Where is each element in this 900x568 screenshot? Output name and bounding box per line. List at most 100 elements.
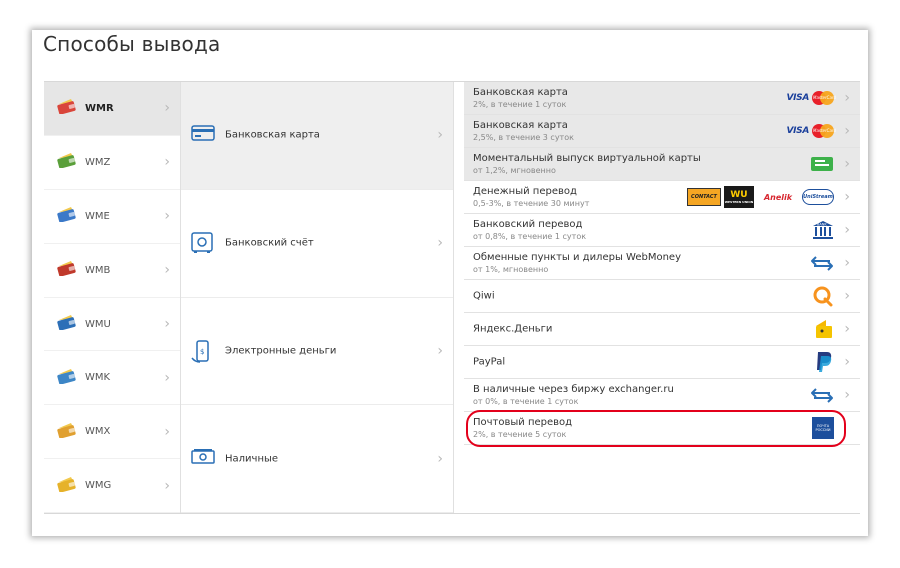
purse-list: WMR › WMZ › WME › WMB › WMU › WMK › WMX › WMG › (44, 82, 180, 514)
chevron-right-icon: › (844, 288, 850, 304)
chevron-right-icon: › (164, 154, 170, 171)
purse-label: WMB (85, 264, 111, 276)
method-item-2[interactable]: $ Электронные деньги › (181, 298, 453, 406)
method-item-1[interactable]: Банковский счёт › (181, 190, 453, 298)
option-title: Банковская карта (473, 120, 568, 131)
unistream-logo-icon: UniStream (802, 189, 834, 205)
chevron-right-icon: › (164, 262, 170, 279)
chevron-right-icon: › (844, 123, 850, 139)
option-fee: от 1%, мгновенно (473, 265, 549, 274)
chevron-right-icon: › (164, 208, 170, 225)
purse-item-wmx[interactable]: WMX › (44, 405, 180, 460)
option-logos: CONTACT WU WESTERN UNION Anelik UniStream (687, 186, 834, 208)
purse-item-wmk[interactable]: WMK › (44, 351, 180, 406)
option-title: Моментальный выпуск виртуальной карты (473, 153, 701, 164)
option-title: Qiwi (473, 290, 495, 302)
purse-label: WME (85, 210, 110, 222)
purse-label: WMU (85, 318, 111, 330)
method-label: Банковский счёт (225, 237, 314, 249)
safe-icon (191, 232, 215, 254)
page-title: Способы вывода (43, 32, 221, 56)
wallet-icon (57, 98, 77, 118)
svg-text:BANK: BANK (817, 223, 827, 227)
option-title: В наличные через биржу exchanger.ru (473, 384, 674, 395)
option-title: PayPal (473, 356, 506, 368)
chevron-right-icon: › (437, 450, 443, 467)
chevron-right-icon: › (844, 156, 850, 172)
option-logos (814, 350, 834, 374)
method-list: Банковская карта › Банковский счёт › $ Электр… (181, 82, 453, 513)
bank-card-icon (191, 124, 215, 146)
option-title: Обменные пункты и дилеры WebMoney (473, 252, 681, 263)
option-logos (810, 386, 834, 404)
chevron-right-icon: › (164, 477, 170, 494)
option-logos (812, 285, 834, 307)
purse-item-wme[interactable]: WME › (44, 190, 180, 244)
option-fee: от 0,8%, в течение 1 суток (473, 232, 587, 241)
option-item[interactable]: PayPal › (464, 346, 860, 379)
option-list: Банковская карта 2%, в течение 1 суток VIS… (464, 82, 860, 445)
option-title: Яндекс.Деньги (473, 323, 553, 335)
divider (453, 82, 454, 513)
bank-building-icon: BANK (813, 221, 833, 239)
chevron-right-icon: › (844, 222, 850, 238)
option-item[interactable]: Обменные пункты и дилеры WebMoney от 1%, … (464, 247, 860, 280)
wallet-icon (57, 152, 77, 172)
highlight-annotation (466, 410, 846, 447)
visa-icon: VISA (786, 126, 809, 136)
option-title: Банковский перевод (473, 219, 583, 230)
option-logos (810, 254, 834, 272)
option-item[interactable]: Яндекс.Деньги › (464, 313, 860, 346)
purse-item-wmz[interactable]: WMZ › (44, 136, 180, 190)
option-fee: 2,5%, в течение 3 суток (473, 133, 574, 142)
purse-label: WMG (85, 480, 112, 492)
yandex-money-icon (816, 320, 832, 338)
chevron-right-icon: › (437, 235, 443, 252)
method-item-0[interactable]: Банковская карта › (181, 82, 453, 190)
wallet-icon (57, 260, 77, 280)
chevron-right-icon: › (844, 255, 850, 271)
option-logos (814, 318, 834, 340)
chevron-right-icon: › (164, 369, 170, 386)
chevron-right-icon: › (437, 342, 443, 359)
chevron-right-icon: › (164, 316, 170, 332)
svg-text:$: $ (200, 348, 204, 356)
option-item[interactable]: Банковский перевод от 0,8%, в течение 1 с… (464, 214, 860, 247)
divider (44, 513, 860, 514)
option-item[interactable]: В наличные через биржу exchanger.ru от 0%… (464, 379, 860, 412)
option-item[interactable]: Банковская карта 2,5%, в течение 3 суток V… (464, 115, 860, 148)
chevron-right-icon: › (164, 423, 170, 440)
option-item[interactable]: Моментальный выпуск виртуальной карты от … (464, 148, 860, 181)
option-item[interactable]: Денежный перевод 0,5-3%, в течение 30 мин… (464, 181, 860, 214)
option-fee: 2%, в течение 1 суток (473, 100, 567, 109)
mastercard-icon: MasterCard (812, 91, 836, 105)
option-logos: VISA MasterCard (786, 91, 836, 105)
visa-icon: VISA (786, 93, 809, 103)
purse-item-wmg[interactable]: WMG › (44, 459, 180, 514)
exchange-arrows-icon (811, 388, 833, 403)
purse-item-wmb[interactable]: WMB › (44, 244, 180, 298)
wallet-icon (57, 476, 77, 496)
contact-logo-icon: CONTACT (687, 188, 721, 206)
purse-item-wmu[interactable]: WMU › (44, 298, 180, 352)
phone-money-icon: $ (191, 340, 215, 363)
wallet-icon (57, 368, 77, 388)
option-logos: VISA MasterCard (786, 124, 836, 138)
chevron-right-icon: › (164, 100, 170, 117)
method-label: Банковская карта (225, 129, 320, 141)
purse-item-wmr[interactable]: WMR › (44, 82, 180, 136)
option-item[interactable]: Qiwi › (464, 280, 860, 313)
qiwi-icon (813, 286, 833, 307)
anelik-logo-icon: Anelik (763, 192, 793, 202)
purse-label: WMZ (85, 156, 111, 168)
option-item[interactable]: Банковская карта 2%, в течение 1 суток VIS… (464, 82, 860, 115)
chevron-right-icon: › (844, 387, 850, 403)
chevron-right-icon: › (844, 90, 850, 106)
western-union-logo-icon: WU WESTERN UNION (724, 186, 754, 208)
option-title: Денежный перевод (473, 186, 577, 197)
paypal-icon (817, 352, 832, 372)
method-label: Электронные деньги (225, 345, 337, 357)
option-fee: от 1,2%, мгновенно (473, 166, 556, 175)
chevron-right-icon: › (844, 354, 850, 370)
method-item-3[interactable]: Наличные › (181, 405, 453, 513)
